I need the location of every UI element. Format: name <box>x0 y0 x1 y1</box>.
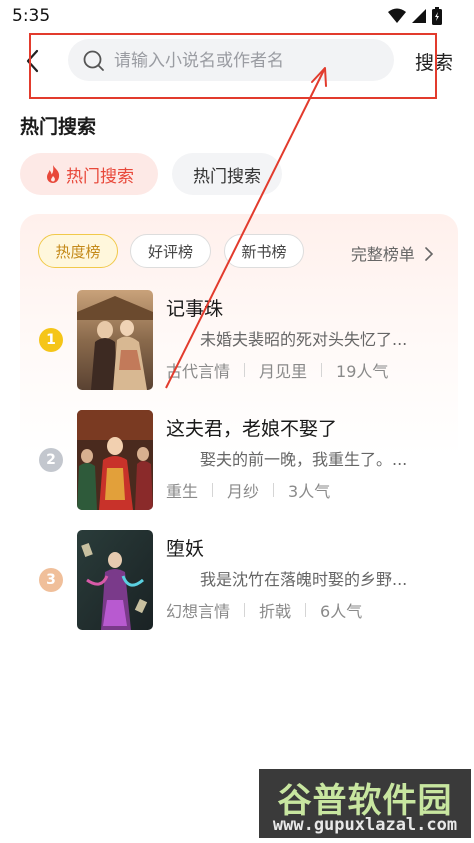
rank-badge: 1 <box>39 328 63 352</box>
book-description: 娶夫的前一晚，我重生了。... <box>200 450 408 469</box>
section-title-hot-search: 热门搜索 <box>20 116 97 138</box>
book-genre: 古代言情 <box>166 362 231 381</box>
divider <box>305 603 307 617</box>
hot-search-chip[interactable]: 热门搜索 <box>172 153 282 195</box>
search-bar: 搜索 <box>0 38 474 84</box>
tab-rating-rank[interactable]: 好评榜 <box>130 234 211 268</box>
book-item[interactable]: 1 记事珠 未婚夫裴昭的死对头失忆了... 古代言情 月见里 19人气 <box>20 290 458 392</box>
book-item[interactable]: 2 这夫君，老娘不娶了 娶夫的前一晚，我重生了。... 重生 月纱 3人气 <box>20 410 458 512</box>
search-box[interactable] <box>68 39 394 83</box>
book-cover <box>77 410 153 510</box>
book-popularity: 19人气 <box>336 362 389 381</box>
book-popularity: 3人气 <box>288 482 331 501</box>
book-description: 我是沈竹在落魄时娶的乡野... <box>200 570 408 589</box>
search-icon <box>83 50 104 71</box>
fire-icon <box>47 165 60 183</box>
book-author: 月见里 <box>259 362 308 381</box>
divider <box>244 603 246 617</box>
status-icons <box>388 7 442 25</box>
back-button[interactable] <box>22 48 44 74</box>
book-cover <box>77 530 153 630</box>
search-input[interactable] <box>112 39 386 83</box>
book-title: 堕妖 <box>166 538 205 560</box>
hot-search-chip-active[interactable]: 热门搜索 <box>20 153 158 195</box>
book-meta: 重生 月纱 3人气 <box>166 478 330 502</box>
book-meta: 古代言情 月见里 19人气 <box>166 358 388 382</box>
book-title: 这夫君，老娘不娶了 <box>166 418 338 440</box>
chip-label: 热门搜索 <box>193 166 261 187</box>
rank-badge: 2 <box>39 448 63 472</box>
ranking-tabs: 热度榜 好评榜 新书榜 完整榜单 <box>38 234 442 270</box>
rank-badge: 3 <box>39 568 63 592</box>
book-cover <box>77 290 153 390</box>
book-popularity: 6人气 <box>320 602 363 621</box>
divider <box>244 363 246 377</box>
wifi-icon <box>388 8 406 23</box>
book-title: 记事珠 <box>166 298 224 320</box>
book-description: 未婚夫裴昭的死对头失忆了... <box>200 330 408 349</box>
book-author: 月纱 <box>227 482 260 501</box>
watermark-url: www.gupuxlazal.com <box>272 815 458 835</box>
book-author: 折戟 <box>259 602 292 621</box>
status-bar: 5:35 <box>0 0 474 34</box>
book-item[interactable]: 3 堕妖 我是沈竹在落魄时娶的乡野... 幻想言情 折戟 6人气 <box>20 530 458 632</box>
divider <box>212 483 214 497</box>
ranking-panel: 热度榜 好评榜 新书榜 完整榜单 1 记事珠 未婚夫裴昭的死对头失忆了... 古… <box>20 214 458 654</box>
tab-new-rank[interactable]: 新书榜 <box>224 234 304 268</box>
watermark: 谷普软件园 www.gupuxlazal.com <box>259 769 471 838</box>
full-ranking-label: 完整榜单 <box>350 245 415 264</box>
book-genre: 幻想言情 <box>166 602 231 621</box>
divider <box>273 483 275 497</box>
battery-icon <box>432 7 442 25</box>
book-genre: 重生 <box>166 482 199 501</box>
divider <box>321 363 323 377</box>
chevron-right-icon <box>425 247 434 261</box>
full-ranking-link[interactable]: 完整榜单 <box>351 241 434 265</box>
book-meta: 幻想言情 折戟 6人气 <box>166 598 362 622</box>
status-time: 5:35 <box>12 6 51 26</box>
chip-label: 热门搜索 <box>66 166 134 187</box>
signal-icon <box>412 9 426 23</box>
back-icon <box>26 49 39 73</box>
search-button[interactable]: 搜索 <box>415 48 453 75</box>
tab-hot-rank[interactable]: 热度榜 <box>38 234 118 268</box>
